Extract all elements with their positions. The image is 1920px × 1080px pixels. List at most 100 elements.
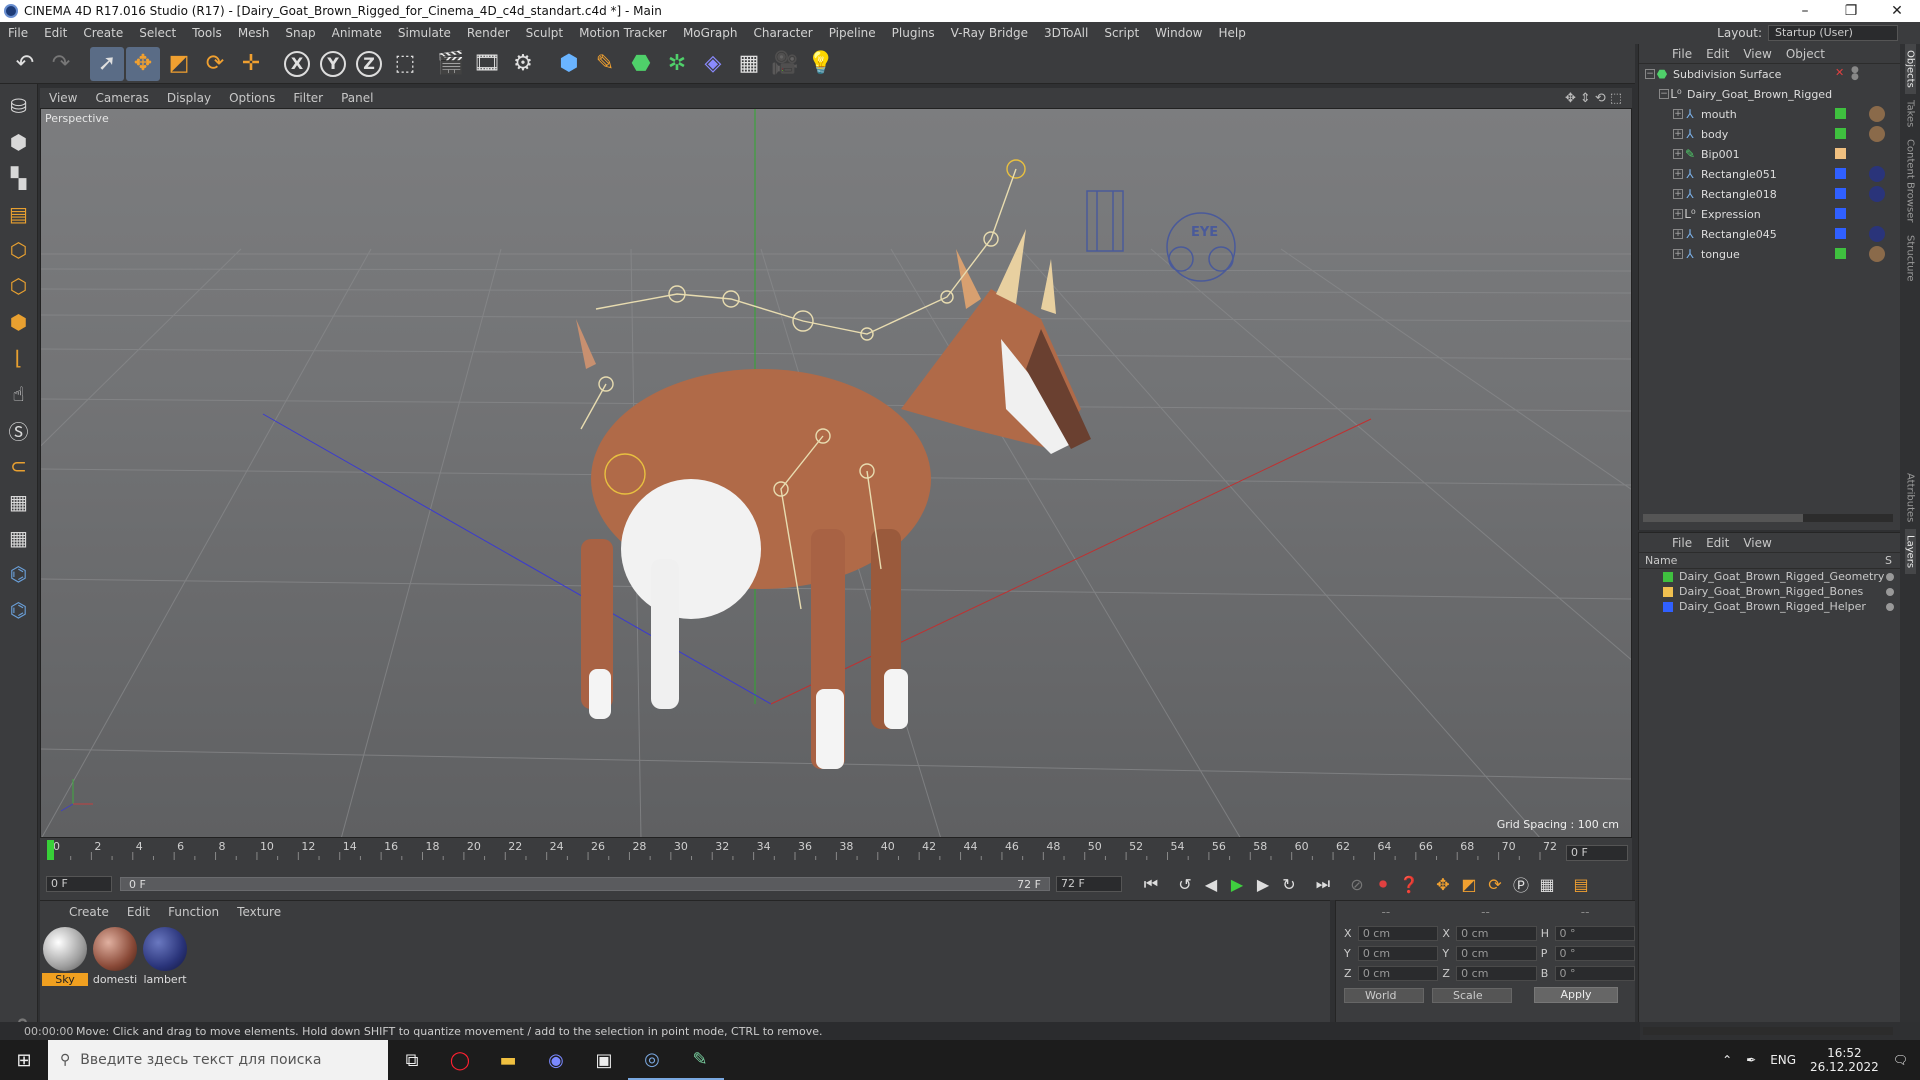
- layer-solo-toggle[interactable]: [1886, 587, 1894, 596]
- material-domesti[interactable]: domesti: [92, 927, 138, 986]
- position-x-field[interactable]: 0 cm: [1357, 925, 1439, 941]
- position-y-field[interactable]: 0 cm: [1357, 945, 1439, 961]
- object-menu-object[interactable]: Object: [1779, 47, 1832, 61]
- viewport-menu-view[interactable]: View: [40, 91, 86, 105]
- points-mode-icon[interactable]: ⬡: [3, 234, 35, 266]
- menu-create[interactable]: Create: [75, 26, 131, 40]
- menu-file[interactable]: File: [0, 26, 36, 40]
- menu-mograph[interactable]: MoGraph: [675, 26, 746, 40]
- play-icon[interactable]: ▶: [1224, 871, 1250, 897]
- snapping-icon[interactable]: Ⓢ: [3, 414, 35, 446]
- transform-tool-icon[interactable]: ✛: [234, 47, 268, 81]
- object-row-tongue[interactable]: + ⅄ tongue: [1639, 244, 1900, 264]
- maximize-button[interactable]: ❐: [1828, 3, 1874, 19]
- axis-mode-icon[interactable]: ⌊: [3, 342, 35, 374]
- tree-collapse-toggle[interactable]: −: [1645, 69, 1655, 79]
- coordinate-system-icon[interactable]: ⬚: [388, 47, 422, 81]
- menu-window[interactable]: Window: [1147, 26, 1210, 40]
- tab-content-browser[interactable]: Content Browser: [1905, 133, 1916, 228]
- layer-menu-edit[interactable]: Edit: [1699, 536, 1736, 550]
- menu-render[interactable]: Render: [459, 26, 518, 40]
- material-lambert[interactable]: lambert: [142, 927, 188, 986]
- tree-expand-toggle[interactable]: +: [1673, 229, 1683, 239]
- object-menu-view[interactable]: View: [1736, 47, 1778, 61]
- object-manager-scrollbar[interactable]: [1643, 514, 1893, 522]
- material-sky[interactable]: Sky: [42, 927, 88, 986]
- tab-structure[interactable]: Structure: [1905, 229, 1916, 288]
- cube-object-icon[interactable]: ⬢: [552, 47, 586, 81]
- next-frame-icon[interactable]: ▶: [1250, 871, 1276, 897]
- close-button[interactable]: ✕: [1874, 3, 1920, 19]
- object-row-rectangle018[interactable]: + ⅄ Rectangle018: [1639, 184, 1900, 204]
- menu-mesh[interactable]: Mesh: [230, 26, 278, 40]
- layout-select[interactable]: Startup (User): [1768, 25, 1898, 41]
- menu-edit[interactable]: Edit: [36, 26, 75, 40]
- timeline-ruler[interactable]: 0 2 4 6 8 10 12 14 16 18 20 22 24 26 28 30 32 34 36 38 40 42 4…: [40, 838, 1632, 868]
- layer-menu-file[interactable]: File: [1665, 536, 1699, 550]
- light-icon[interactable]: 💡: [804, 47, 838, 81]
- workplane-mode-icon[interactable]: ▤: [3, 198, 35, 230]
- subdivision-surface-icon[interactable]: ⬣: [624, 47, 658, 81]
- menu-motion-tracker[interactable]: Motion Tracker: [571, 26, 675, 40]
- tree-collapse-toggle[interactable]: −: [1659, 89, 1669, 99]
- menu-vray-bridge[interactable]: V-Ray Bridge: [943, 26, 1036, 40]
- rotation-h-field[interactable]: 0 °: [1554, 925, 1636, 941]
- tweak-mode-icon[interactable]: ☝: [3, 378, 35, 410]
- make-editable-icon[interactable]: ⛁: [3, 90, 35, 122]
- tree-expand-toggle[interactable]: +: [1673, 169, 1683, 179]
- menu-help[interactable]: Help: [1210, 26, 1253, 40]
- key-pla-icon[interactable]: ▦: [1534, 871, 1560, 897]
- pen-workspace-icon[interactable]: ✒: [1746, 1053, 1756, 1067]
- python-icon[interactable]: ⌬: [3, 558, 35, 590]
- record-disabled-icon[interactable]: ⊘: [1344, 871, 1370, 897]
- layer-row-geometry[interactable]: Dairy_Goat_Brown_Rigged_Geometry: [1639, 569, 1900, 584]
- texture-mode-icon[interactable]: ▚: [3, 162, 35, 194]
- model-mode-icon[interactable]: ⬢: [3, 126, 35, 158]
- apply-button[interactable]: Apply: [1534, 987, 1618, 1003]
- visibility-flags[interactable]: ● ●: [1851, 66, 1859, 82]
- size-mode-select[interactable]: Scale: [1432, 987, 1512, 1003]
- notifications-icon[interactable]: 🗨: [1893, 1053, 1908, 1067]
- viewport-menu-cameras[interactable]: Cameras: [86, 91, 157, 105]
- tab-takes[interactable]: Takes: [1905, 94, 1916, 133]
- cloner-icon[interactable]: ✲: [660, 47, 694, 81]
- x-axis-lock-icon[interactable]: X: [280, 47, 314, 81]
- layer-row-bones[interactable]: Dairy_Goat_Brown_Rigged_Bones: [1639, 584, 1900, 599]
- object-menu-file[interactable]: File: [1665, 47, 1699, 61]
- go-to-end-icon[interactable]: ⏭: [1310, 871, 1336, 897]
- camera-icon[interactable]: 🎥: [768, 47, 802, 81]
- tree-expand-toggle[interactable]: +: [1673, 189, 1683, 199]
- autokeying-icon[interactable]: ❓: [1396, 871, 1422, 897]
- object-row-body[interactable]: + ⅄ body: [1639, 124, 1900, 144]
- deformer-icon[interactable]: ◈: [696, 47, 730, 81]
- current-frame-field[interactable]: 0 F: [1566, 845, 1628, 861]
- render-settings-icon[interactable]: ⚙: [506, 47, 540, 81]
- tab-objects[interactable]: Objects: [1904, 44, 1916, 94]
- render-picture-viewer-icon[interactable]: 🎞: [470, 47, 504, 81]
- viewport-menu-display[interactable]: Display: [158, 91, 220, 105]
- viewport-menu-filter[interactable]: Filter: [284, 91, 332, 105]
- size-x-field[interactable]: 0 cm: [1456, 925, 1537, 941]
- menu-3dtoall[interactable]: 3DToAll: [1036, 26, 1096, 40]
- object-row-mouth[interactable]: + ⅄ mouth: [1639, 104, 1900, 124]
- scheme-icon[interactable]: ▤: [1568, 871, 1594, 897]
- python-script-icon[interactable]: ⌬: [3, 594, 35, 626]
- layer-solo-toggle[interactable]: [1886, 572, 1894, 581]
- live-selection-icon[interactable]: ➚: [90, 46, 124, 81]
- record-active-objects-icon[interactable]: ⏺: [1370, 871, 1396, 897]
- menu-simulate[interactable]: Simulate: [390, 26, 459, 40]
- y-axis-lock-icon[interactable]: Y: [316, 47, 350, 81]
- enable-check-icon[interactable]: ✕: [1835, 66, 1846, 79]
- tree-expand-toggle[interactable]: +: [1673, 109, 1683, 119]
- object-row-bip001[interactable]: + ✎ Bip001: [1639, 144, 1900, 164]
- menu-select[interactable]: Select: [131, 26, 184, 40]
- material-menu-function[interactable]: Function: [159, 905, 228, 919]
- menu-tools[interactable]: Tools: [184, 26, 230, 40]
- material-menu-edit[interactable]: Edit: [118, 905, 159, 919]
- spline-pen-icon[interactable]: ✎: [588, 47, 622, 81]
- material-tag-icon[interactable]: [1869, 186, 1885, 202]
- object-row-rectangle045[interactable]: + ⅄ Rectangle045: [1639, 224, 1900, 244]
- discord-icon[interactable]: ◉: [532, 1040, 580, 1080]
- menu-pipeline[interactable]: Pipeline: [821, 26, 884, 40]
- z-axis-lock-icon[interactable]: Z: [352, 47, 386, 81]
